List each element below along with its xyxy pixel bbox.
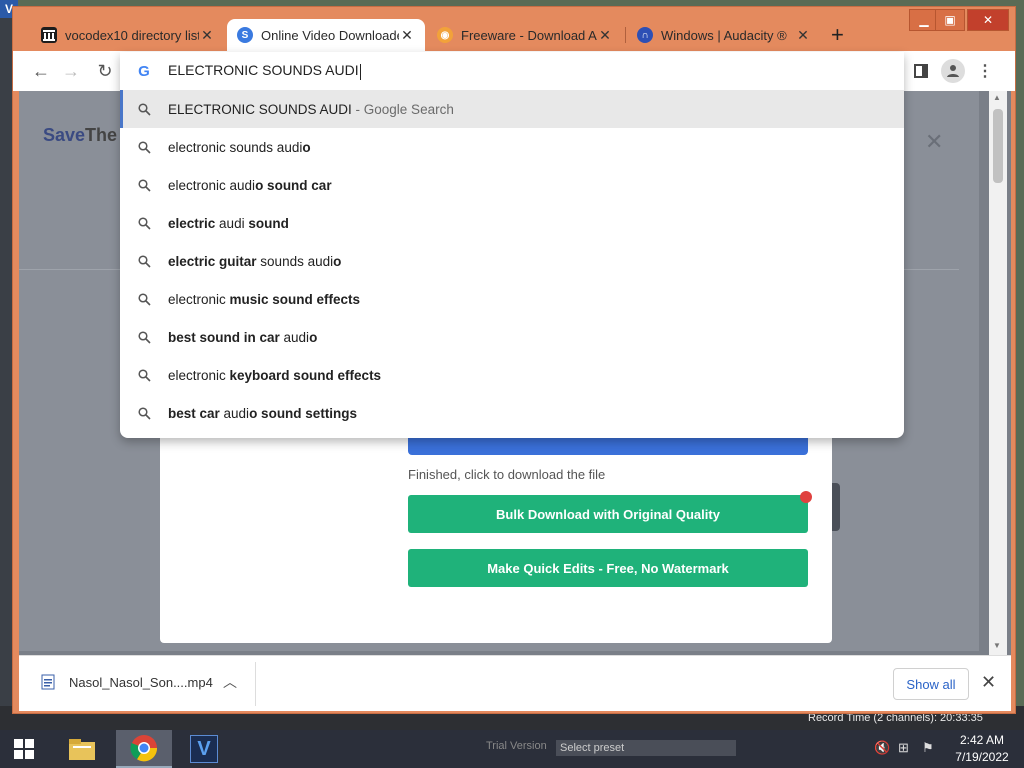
search-icon bbox=[120, 254, 168, 268]
tab-strip: vocodex10 directory listi ✕ S Online Vid… bbox=[13, 7, 1015, 51]
clock-time: 2:42 AM bbox=[959, 733, 1005, 747]
search-icon bbox=[120, 216, 168, 230]
suggestion-text: electronic music sound effects bbox=[168, 291, 361, 307]
quick-edits-button[interactable]: Make Quick Edits - Free, No Watermark bbox=[408, 549, 808, 587]
taskbar: V Trial Version Select preset 🔇 ⊞ ⚑ 2:42… bbox=[0, 730, 1024, 768]
orange-swirl-icon: ◉ bbox=[437, 27, 453, 43]
action-center-icon[interactable]: ⚑ bbox=[922, 740, 934, 756]
close-icon[interactable]: ✕ bbox=[981, 672, 996, 693]
chrome-icon bbox=[130, 735, 158, 762]
menu-kebab-icon[interactable]: ⋮ bbox=[973, 59, 997, 83]
close-icon[interactable]: ✕ bbox=[199, 27, 215, 44]
tab-freeware[interactable]: ◉ Freeware - Download Ar ✕ bbox=[427, 19, 623, 51]
omnibox-suggestion[interactable]: electronic music sound effects bbox=[120, 280, 904, 318]
omnibox-suggestion[interactable]: electronic sounds audio bbox=[120, 128, 904, 166]
vegas-icon: V bbox=[190, 735, 218, 763]
download-item[interactable]: Nasol_Nasol_Son....mp4 bbox=[41, 674, 213, 690]
vegas-taskbar[interactable]: V bbox=[176, 730, 232, 768]
suggestion-text: best sound in car audio bbox=[168, 329, 318, 345]
omnibox-suggestion[interactable]: electronic keyboard sound effects bbox=[120, 356, 904, 394]
omnibox-suggestion[interactable]: ELECTRONIC SOUNDS AUDI - Google Search bbox=[120, 90, 904, 128]
omnibox-suggestion[interactable]: best sound in car audio bbox=[120, 318, 904, 356]
maximize-button[interactable]: ▣ bbox=[935, 9, 965, 31]
search-icon bbox=[120, 406, 168, 420]
chrome-taskbar[interactable] bbox=[116, 730, 172, 768]
system-clock[interactable]: 2:42 AM 7/19/2022 bbox=[950, 732, 1014, 766]
suggestion-text: electric guitar sounds audio bbox=[168, 253, 342, 269]
site-logo[interactable]: SaveThe bbox=[43, 125, 117, 146]
trial-version-text: Trial Version bbox=[486, 740, 547, 752]
start-button[interactable] bbox=[0, 730, 48, 768]
omnibox-suggestion[interactable]: electric audi sound bbox=[120, 204, 904, 242]
text-caret bbox=[359, 63, 361, 80]
file-explorer-taskbar[interactable] bbox=[54, 730, 110, 768]
close-icon[interactable]: ✕ bbox=[597, 27, 613, 44]
s-circle-icon: S bbox=[237, 27, 253, 43]
desktop-left-strip: V bbox=[0, 0, 18, 730]
tab-audacity[interactable]: ∩ Windows | Audacity ® ✕ bbox=[627, 19, 821, 51]
tab-title: Windows | Audacity ® bbox=[661, 27, 787, 43]
scroll-up-icon[interactable]: ▲ bbox=[993, 93, 1001, 102]
network-icon[interactable]: ⊞ bbox=[898, 740, 909, 756]
preset-select[interactable]: Select preset bbox=[556, 740, 736, 756]
tab-vocodex[interactable]: vocodex10 directory listi ✕ bbox=[31, 19, 225, 51]
new-tab-button[interactable]: + bbox=[831, 24, 844, 46]
suggestion-text: best car audio sound settings bbox=[168, 405, 358, 421]
forward-arrow-icon[interactable]: → bbox=[59, 59, 83, 83]
omnibox-suggestion[interactable]: electronic audio sound car bbox=[120, 166, 904, 204]
download-filename: Nasol_Nasol_Son....mp4 bbox=[69, 674, 213, 690]
tab-separator bbox=[625, 27, 626, 43]
notification-dot bbox=[800, 491, 812, 503]
tab-title: Online Video Downloade bbox=[261, 27, 399, 43]
close-icon[interactable]: ✕ bbox=[925, 129, 943, 155]
windows-icon bbox=[14, 739, 34, 759]
clock-date: 7/19/2022 bbox=[955, 750, 1009, 764]
suggestion-text: electronic keyboard sound effects bbox=[168, 367, 382, 383]
chevron-up-icon[interactable]: ︿ bbox=[223, 672, 237, 692]
reload-icon[interactable]: ↻ bbox=[93, 59, 117, 83]
omnibox-dropdown: G ELECTRONIC SOUNDS AUDI ELECTRONIC SOUN… bbox=[120, 52, 904, 438]
search-icon bbox=[120, 102, 168, 116]
file-icon bbox=[41, 674, 55, 690]
suggestion-text: electronic sounds audio bbox=[168, 139, 311, 155]
omnibox-suggestion[interactable]: electric guitar sounds audio bbox=[120, 242, 904, 280]
divider bbox=[255, 662, 256, 706]
back-arrow-icon[interactable]: ← bbox=[29, 59, 53, 83]
scrollbar-thumb[interactable] bbox=[993, 109, 1003, 183]
window-close-button[interactable]: ✕ bbox=[967, 9, 1009, 31]
status-message: Finished, click to download the file bbox=[408, 467, 606, 482]
side-panel-icon[interactable] bbox=[909, 59, 933, 83]
tab-title: vocodex10 directory listi bbox=[65, 27, 199, 43]
omnibox-suggestion[interactable]: best car audio sound settings bbox=[120, 394, 904, 432]
google-g-icon: G bbox=[138, 62, 150, 80]
library-icon bbox=[41, 27, 57, 43]
tab-title: Freeware - Download Ar bbox=[461, 27, 597, 43]
side-tab[interactable] bbox=[832, 483, 840, 531]
folder-icon bbox=[69, 739, 95, 760]
show-all-button[interactable]: Show all bbox=[893, 668, 969, 700]
headphones-icon: ∩ bbox=[637, 27, 653, 43]
search-icon bbox=[120, 140, 168, 154]
close-icon[interactable]: ✕ bbox=[399, 27, 415, 44]
search-icon bbox=[120, 368, 168, 382]
omnibox-query: ELECTRONIC SOUNDS AUDI bbox=[168, 62, 359, 79]
suggestion-text: electronic audio sound car bbox=[168, 177, 332, 193]
tab-online-video-downloader[interactable]: S Online Video Downloade ✕ bbox=[227, 19, 425, 51]
download-shelf: Nasol_Nasol_Son....mp4 ︿ Show all ✕ bbox=[19, 655, 1011, 711]
bulk-download-button[interactable]: Bulk Download with Original Quality bbox=[408, 495, 808, 533]
search-icon bbox=[120, 292, 168, 306]
search-icon bbox=[120, 178, 168, 192]
scroll-down-icon[interactable]: ▼ bbox=[993, 641, 1001, 650]
scrollbar[interactable]: ▲ ▼ bbox=[989, 91, 1007, 655]
speaker-muted-icon[interactable]: 🔇 bbox=[874, 740, 890, 756]
suggestion-text: ELECTRONIC SOUNDS AUDI - Google Search bbox=[168, 101, 454, 117]
profile-avatar[interactable] bbox=[941, 59, 965, 83]
close-icon[interactable]: ✕ bbox=[795, 27, 811, 44]
search-icon bbox=[120, 330, 168, 344]
suggestion-text: electric audi sound bbox=[168, 215, 289, 231]
omnibox-input[interactable]: G ELECTRONIC SOUNDS AUDI bbox=[120, 52, 904, 90]
